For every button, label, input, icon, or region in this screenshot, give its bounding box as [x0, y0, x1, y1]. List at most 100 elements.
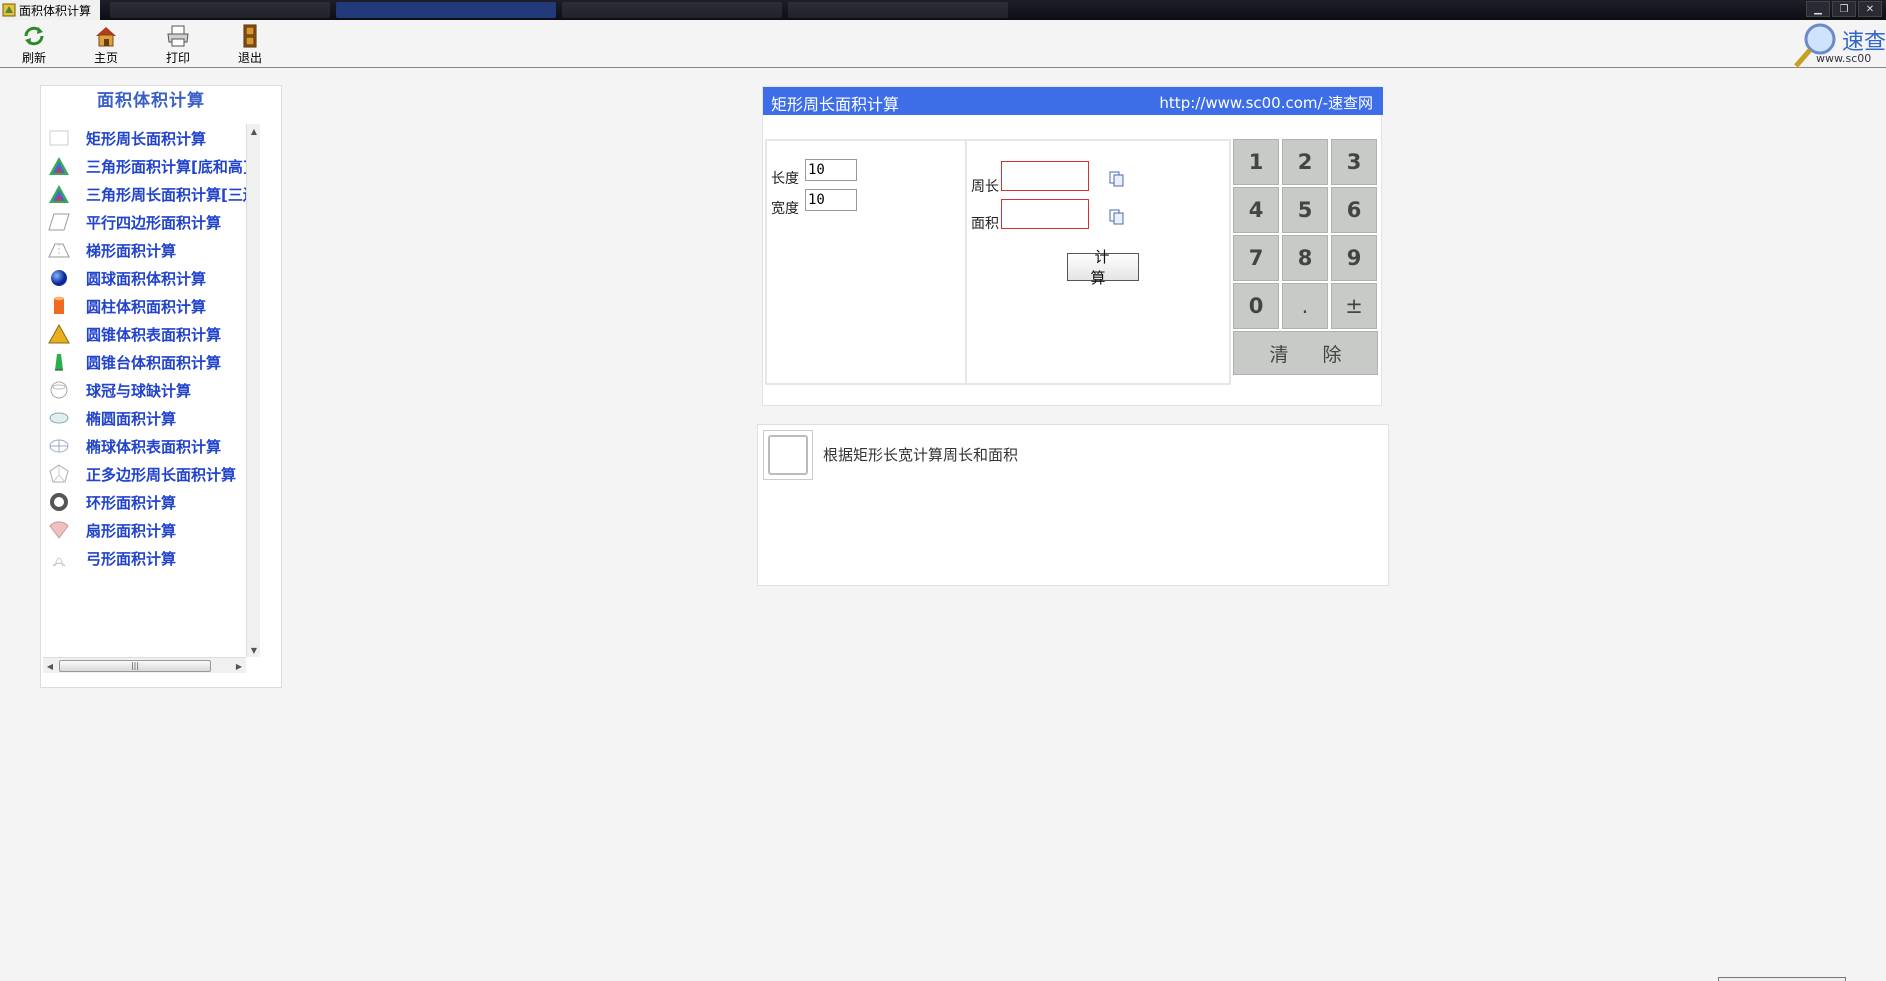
scroll-up-arrow-icon[interactable]: ▲ — [247, 124, 261, 138]
sphere-icon — [48, 267, 70, 289]
spherical-cap-icon — [48, 379, 70, 401]
sidebar-item-label: 平行四边形面积计算 — [86, 213, 222, 232]
key-6[interactable]: 6 — [1331, 187, 1377, 233]
cylinder-icon — [48, 295, 70, 317]
brand-logo[interactable]: 速查 www.sc00 — [1790, 22, 1886, 68]
window-title: 面积体积计算 — [19, 3, 92, 18]
key-1[interactable]: 1 — [1233, 139, 1279, 185]
trapezoid-icon — [48, 239, 70, 261]
length-input[interactable] — [805, 159, 857, 181]
app-icon — [2, 3, 16, 17]
triangle-icon — [48, 183, 70, 205]
scroll-down-arrow-icon[interactable]: ▼ — [247, 643, 261, 657]
frustum-icon — [48, 351, 70, 373]
ellipsoid-icon — [48, 435, 70, 457]
key-2[interactable]: 2 — [1282, 139, 1328, 185]
key-9[interactable]: 9 — [1331, 235, 1377, 281]
key-plus-minus[interactable]: ± — [1331, 283, 1377, 329]
background-tab[interactable] — [788, 2, 1008, 18]
clear-button[interactable]: 清 除 — [1233, 331, 1378, 375]
background-tab[interactable] — [336, 2, 556, 18]
home-button[interactable]: 主页 — [78, 24, 134, 66]
sidebar-item-ellipsoid[interactable]: 椭球体积表面积计算 — [43, 432, 247, 460]
parallelogram-icon — [48, 211, 70, 233]
width-input[interactable] — [805, 189, 857, 211]
sidebar-item-circular-segment[interactable]: 弓形面积计算 — [43, 544, 247, 572]
close-button[interactable]: ✕ — [1858, 1, 1882, 17]
sidebar-item-label: 三角形周长面积计算[三边] — [86, 185, 247, 204]
sidebar-item-spherical-cap[interactable]: 球冠与球缺计算 — [43, 376, 247, 404]
printer-icon — [164, 24, 192, 48]
sidebar-item-sector[interactable]: 扇形面积计算 — [43, 516, 247, 544]
sidebar-item-sphere[interactable]: 圆球面积体积计算 — [43, 264, 247, 292]
ellipse-icon — [48, 407, 70, 429]
segment-icon — [48, 547, 70, 569]
maximize-button[interactable]: ❐ — [1832, 1, 1856, 17]
scroll-left-arrow-icon[interactable]: ◀ — [43, 658, 57, 674]
horizontal-scrollbar[interactable]: ◀ ||| ▶ — [43, 657, 246, 673]
result-pane: 周长 面积 计 算 — [967, 139, 1231, 385]
rectangle-icon — [48, 127, 70, 149]
area-result[interactable] — [1001, 199, 1089, 229]
sidebar-item-ellipse[interactable]: 椭圆面积计算 — [43, 404, 247, 432]
print-label: 打印 — [165, 51, 190, 65]
sidebar-item-label: 球冠与球缺计算 — [86, 381, 192, 400]
sidebar-item-label: 扇形面积计算 — [86, 521, 177, 540]
width-label: 宽度 — [771, 201, 799, 217]
sidebar-item-triangle-three-sides[interactable]: 三角形周长面积计算[三边] — [43, 180, 247, 208]
sidebar-item-frustum[interactable]: 圆锥台体积面积计算 — [43, 348, 247, 376]
sidebar-item-label: 圆锥台体积面积计算 — [86, 353, 222, 372]
sidebar-item-rectangle[interactable]: 矩形周长面积计算 — [43, 124, 247, 152]
perimeter-result[interactable] — [1001, 161, 1089, 191]
calculator-panel: 矩形周长面积计算 http://www.sc00.com/-速查网 长度 宽度 … — [762, 86, 1383, 406]
window-controls: ▁ ❐ ✕ — [1806, 1, 1882, 17]
cone-icon — [48, 323, 70, 345]
key-4[interactable]: 4 — [1233, 187, 1279, 233]
vertical-scrollbar[interactable]: ▲ ▼ — [246, 124, 260, 657]
copy-icon[interactable] — [1109, 209, 1125, 225]
site-link[interactable]: http://www.sc00.com/-速查网 — [1159, 92, 1373, 113]
sidebar-item-trapezoid[interactable]: 梯形面积计算 — [43, 236, 247, 264]
sidebar-item-regular-polygon[interactable]: 正多边形周长面积计算 — [43, 460, 247, 488]
home-icon — [92, 24, 120, 48]
background-tab[interactable] — [110, 2, 330, 18]
numeric-keypad: 1 2 3 4 5 6 7 8 9 0 . ± 清 除 — [1233, 139, 1381, 385]
shape-list-panel: 面积体积计算 矩形周长面积计算 三角形面积计算[底和高] 三角形周长面积计算[三… — [40, 85, 282, 688]
background-tab[interactable] — [562, 2, 782, 18]
calculator-header: 矩形周长面积计算 http://www.sc00.com/-速查网 — [763, 87, 1383, 115]
ring-icon — [48, 491, 70, 513]
sidebar-item-label: 椭圆面积计算 — [86, 409, 177, 428]
taskbar-tabs — [110, 2, 1008, 20]
key-0[interactable]: 0 — [1233, 283, 1279, 329]
key-8[interactable]: 8 — [1282, 235, 1328, 281]
exit-button[interactable]: 退出 — [222, 24, 278, 66]
sidebar-item-label: 环形面积计算 — [86, 493, 177, 512]
key-7[interactable]: 7 — [1233, 235, 1279, 281]
refresh-label: 刷新 — [21, 51, 46, 65]
sidebar-item-parallelogram[interactable]: 平行四边形面积计算 — [43, 208, 247, 236]
input-pane: 长度 宽度 — [765, 139, 967, 385]
minimize-button[interactable]: ▁ — [1806, 1, 1830, 17]
key-3[interactable]: 3 — [1331, 139, 1377, 185]
key-5[interactable]: 5 — [1282, 187, 1328, 233]
length-label: 长度 — [771, 171, 799, 187]
sidebar-item-label: 矩形周长面积计算 — [86, 129, 207, 148]
key-decimal[interactable]: . — [1282, 283, 1328, 329]
scroll-right-arrow-icon[interactable]: ▶ — [232, 658, 246, 674]
exit-label: 退出 — [237, 51, 262, 65]
sidebar-item-cone[interactable]: 圆锥体积表面积计算 — [43, 320, 247, 348]
sidebar-item-cylinder[interactable]: 圆柱体积面积计算 — [43, 292, 247, 320]
sidebar-item-label: 梯形面积计算 — [86, 241, 177, 260]
calculate-button[interactable]: 计 算 — [1067, 248, 1139, 287]
sidebar-item-triangle-base-height[interactable]: 三角形面积计算[底和高] — [43, 152, 247, 180]
sidebar-item-label: 圆球面积体积计算 — [86, 269, 207, 288]
sidebar-item-label: 圆柱体积面积计算 — [86, 297, 207, 316]
window-titlebar: 面积体积计算 ▁ ❐ ✕ — [0, 0, 1886, 20]
copy-icon[interactable] — [1109, 171, 1125, 187]
scrollbar-thumb[interactable]: ||| — [59, 660, 211, 672]
description-panel: 根据矩形长宽计算周长和面积 — [757, 424, 1389, 586]
print-button[interactable]: 打印 — [150, 24, 206, 66]
sidebar-item-ring[interactable]: 环形面积计算 — [43, 488, 247, 516]
refresh-button[interactable]: 刷新 — [6, 24, 62, 66]
home-label: 主页 — [93, 51, 118, 65]
